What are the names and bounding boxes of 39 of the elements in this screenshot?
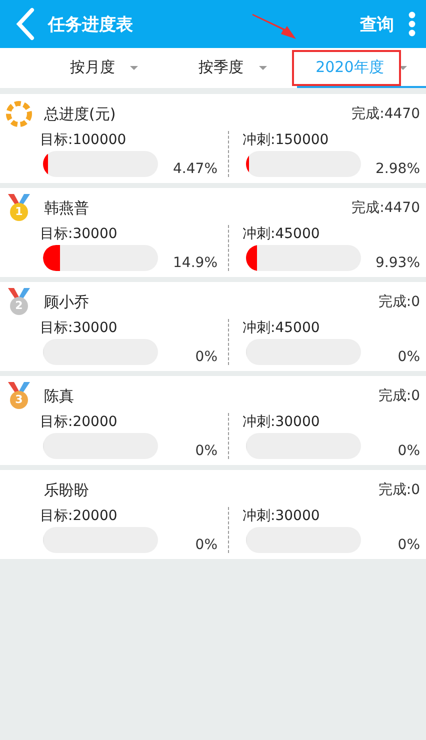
percent-text: 2.98% [374, 161, 420, 177]
goal-label: 目标:100000 [40, 131, 128, 149]
percent-text: 0% [396, 537, 420, 553]
goal-label: 目标:20000 [40, 413, 118, 431]
filter-tab[interactable]: 按季度 [168, 48, 298, 88]
person-name: 乐盼盼 [44, 480, 89, 500]
dropdown-icon [258, 63, 268, 71]
percent-text: 0% [396, 349, 420, 365]
completed-amount: 完成:4470 [352, 199, 420, 217]
goal-label: 目标:30000 [40, 225, 118, 243]
completed-amount: 完成:4470 [352, 105, 420, 123]
percent-text: 0% [194, 349, 218, 365]
percent-text: 9.93% [374, 255, 420, 271]
annotation-arrow [251, 14, 297, 40]
back-icon[interactable] [14, 7, 36, 41]
goal-label: 冲刺:150000 [242, 131, 330, 149]
page-title: 任务进度表 [48, 14, 133, 36]
percent-text: 0% [396, 443, 420, 459]
completed-amount: 完成:0 [378, 293, 420, 311]
goal-label: 冲刺:30000 [242, 507, 321, 525]
dropdown-icon [128, 63, 139, 71]
goal-label: 冲刺:45000 [242, 225, 321, 243]
person-name: 总进度(元) [44, 104, 116, 124]
goal-label: 目标:30000 [40, 319, 118, 337]
completed-amount: 完成:0 [378, 481, 420, 499]
filter-tab[interactable]: 按月度 [40, 48, 169, 88]
completed-amount: 完成:0 [378, 387, 420, 405]
person-name: 顾小乔 [44, 292, 89, 312]
percent-text: 0% [194, 537, 218, 553]
person-name: 陈真 [44, 386, 74, 406]
percent-text: 0% [194, 443, 218, 459]
person-name: 韩燕普 [44, 198, 89, 218]
percent-text: 4.47% [172, 161, 218, 177]
progress-ring-icon [5, 100, 33, 128]
percent-text: 14.9% [172, 255, 218, 271]
more-icon[interactable] [408, 11, 416, 37]
goal-label: 目标:20000 [40, 507, 118, 525]
goal-label: 冲刺:30000 [242, 413, 321, 431]
goal-label: 冲刺:45000 [242, 319, 321, 337]
